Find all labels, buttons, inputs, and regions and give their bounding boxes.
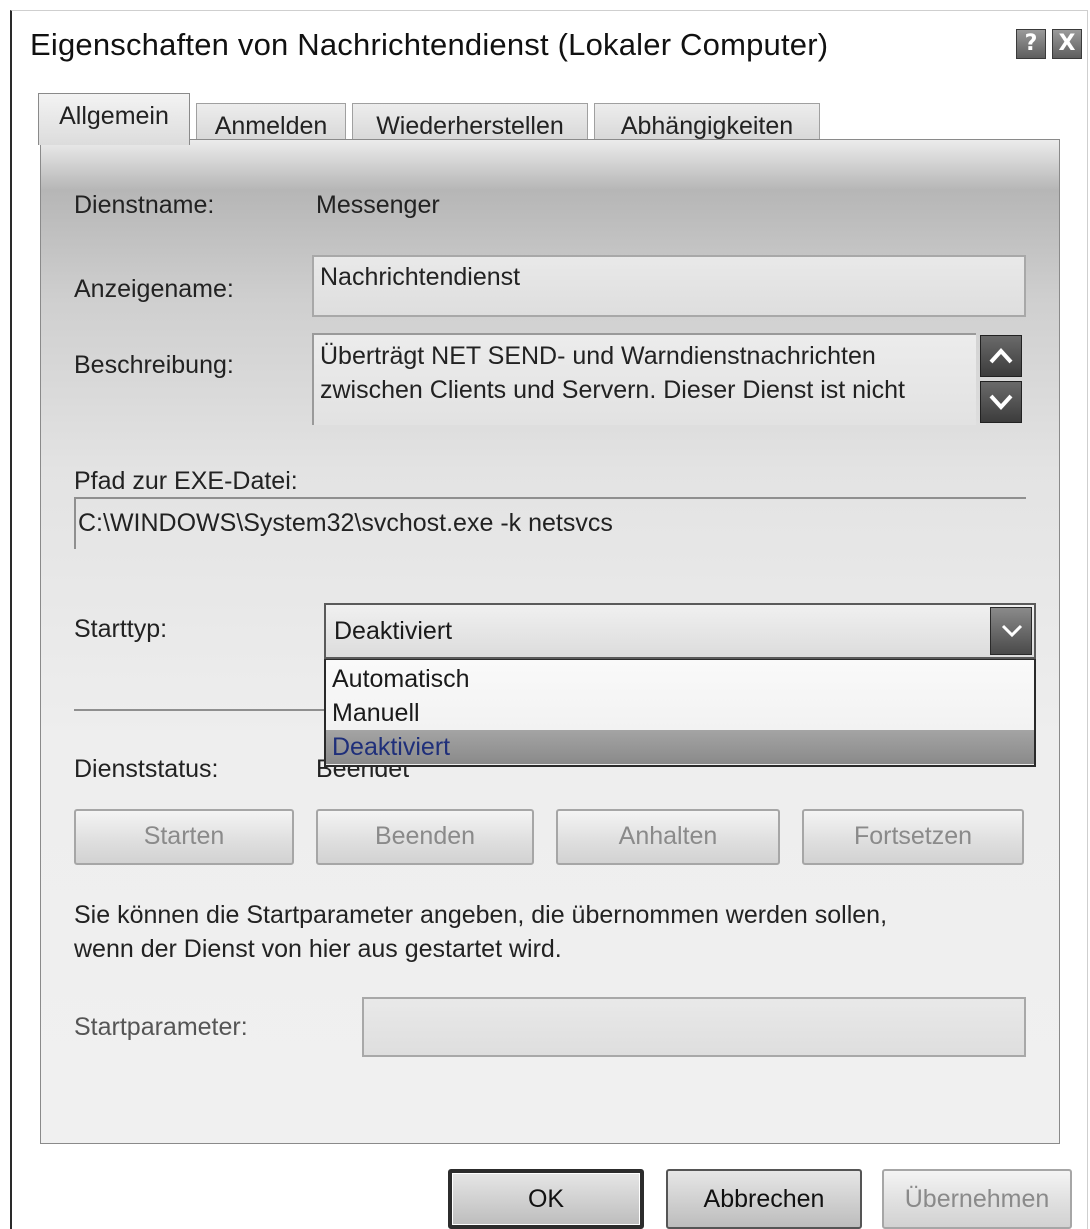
start-button[interactable]: Starten <box>74 809 294 865</box>
display-name-field[interactable]: Nachrichtendienst <box>312 255 1026 317</box>
pause-button[interactable]: Anhalten <box>556 809 780 865</box>
service-name-value: Messenger <box>316 191 440 219</box>
description-label: Beschreibung: <box>74 351 234 379</box>
start-params-hint-line-1: Sie können die Startparameter angeben, d… <box>74 901 888 929</box>
startup-type-dropdown-button[interactable] <box>990 607 1032 655</box>
dialog-title: Eigenschaften von Nachrichtendienst (Lok… <box>30 27 829 62</box>
start-params-label: Startparameter: <box>74 1013 248 1041</box>
option-manuell[interactable]: Manuell <box>326 696 1034 730</box>
help-button[interactable]: ? <box>1016 29 1046 59</box>
description-line-2: zwischen Clients und Servern. Dieser Die… <box>320 376 905 404</box>
exe-path-label: Pfad zur EXE-Datei: <box>74 467 298 495</box>
startup-type-selected: Deaktiviert <box>334 617 453 645</box>
close-button[interactable]: X <box>1052 29 1082 59</box>
cancel-button[interactable]: Abbrechen <box>666 1169 862 1229</box>
chevron-up-icon <box>989 348 1013 364</box>
service-name-label: Dienstname: <box>74 191 215 219</box>
tab-allgemein[interactable]: Allgemein <box>38 93 190 145</box>
resume-button[interactable]: Fortsetzen <box>802 809 1024 865</box>
ok-button[interactable]: OK <box>448 1169 644 1229</box>
service-status-label: Dienststatus: <box>74 755 219 783</box>
startup-type-dropdown-list: Automatisch Manuell Deaktiviert <box>324 659 1036 767</box>
display-name-label: Anzeigename: <box>74 275 234 303</box>
exe-path-value[interactable]: C:\WINDOWS\System32\svchost.exe -k netsv… <box>78 509 613 538</box>
chevron-down-icon <box>989 394 1013 410</box>
startup-type-label: Starttyp: <box>74 615 168 643</box>
start-params-hint-line-2: wenn der Dienst von hier aus gestartet w… <box>74 935 562 963</box>
properties-dialog: Eigenschaften von Nachrichtendienst (Lok… <box>10 10 1088 1229</box>
description-scroll-up[interactable] <box>980 335 1022 377</box>
option-deaktiviert[interactable]: Deaktiviert <box>326 730 1034 764</box>
description-line-1: Überträgt NET SEND- und Warndienstnachri… <box>320 342 876 370</box>
description-scroll-down[interactable] <box>980 381 1022 423</box>
start-params-input[interactable] <box>362 997 1026 1057</box>
option-automatisch[interactable]: Automatisch <box>326 662 1034 696</box>
chevron-down-icon <box>1001 624 1023 638</box>
exe-path-top-line <box>74 497 1026 499</box>
description-field[interactable]: Überträgt NET SEND- und Warndienstnachri… <box>312 333 976 425</box>
exe-path-left-line <box>74 497 76 549</box>
startup-type-combobox[interactable]: Deaktiviert <box>324 603 1036 659</box>
separator-line <box>74 709 326 711</box>
stop-button[interactable]: Beenden <box>316 809 534 865</box>
apply-button[interactable]: Übernehmen <box>882 1169 1072 1229</box>
